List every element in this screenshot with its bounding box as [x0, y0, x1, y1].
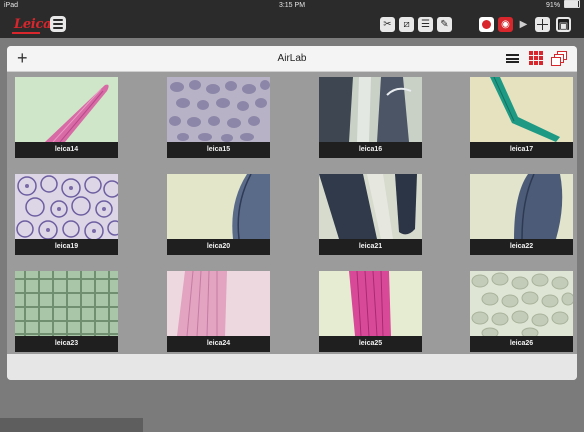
list-view-icon[interactable]: [506, 54, 519, 63]
thumbnail-item[interactable]: leica23: [15, 271, 118, 352]
panel-title: AirLab: [277, 53, 307, 64]
split-view-icon[interactable]: [535, 17, 550, 32]
thumbnail-label: leica20: [167, 239, 270, 255]
thumbnail-item[interactable]: leica24: [167, 271, 270, 352]
video-icon[interactable]: ▶: [516, 17, 531, 32]
thumbnail-label: leica22: [470, 239, 573, 255]
microscope-image: [167, 174, 270, 239]
battery-status: 91%: [546, 0, 580, 11]
thumbnail-item[interactable]: leica14: [15, 77, 118, 158]
battery-icon: [564, 0, 580, 9]
thumbnail-label: leica26: [470, 336, 573, 352]
grid-view-icon[interactable]: [529, 51, 543, 65]
microscope-image: [470, 174, 573, 239]
leica-logo: Leica: [14, 17, 52, 32]
thumbnail-item[interactable]: leica22: [470, 174, 573, 255]
edit-icon[interactable]: ✎: [437, 17, 452, 32]
stack-view-icon[interactable]: [551, 51, 567, 66]
thumbnail-label: leica21: [319, 239, 422, 255]
thumbnail-label: leica19: [15, 239, 118, 255]
microscope-image: [319, 174, 422, 239]
panel-footer: [7, 354, 577, 380]
top-toolbar: Leica ✂ ⧄ ☰ ✎ ◉ ▶ ▣: [0, 11, 584, 38]
thumbnail-label: leica25: [319, 336, 422, 352]
thumbnail-item[interactable]: leica19: [15, 174, 118, 255]
thumbnail-item[interactable]: leica15: [167, 77, 270, 158]
record-icon[interactable]: [479, 17, 494, 32]
scissors-icon[interactable]: ✂: [380, 17, 395, 32]
microscope-image: [15, 271, 118, 336]
microscope-image: [167, 271, 270, 336]
menu-button[interactable]: [50, 16, 66, 32]
microscope-image: [15, 77, 118, 142]
thumbnail-item[interactable]: leica21: [319, 174, 422, 255]
thumbnail-grid: leica14 leica15 leica16 leica17 leica19 …: [7, 72, 577, 354]
microscope-image: [319, 77, 422, 142]
sliders-icon[interactable]: ☰: [418, 17, 433, 32]
thumbnail-label: leica23: [15, 336, 118, 352]
thumbnail-item[interactable]: leica17: [470, 77, 573, 158]
microscope-image: [167, 77, 270, 142]
thumbnail-label: leica16: [319, 142, 422, 158]
thumbnail-item[interactable]: leica25: [319, 271, 422, 352]
microscope-image: [15, 174, 118, 239]
status-bar: iPad 3:15 PM 91%: [0, 0, 584, 11]
thumbnail-item[interactable]: leica26: [470, 271, 573, 352]
ruler-icon[interactable]: ⧄: [399, 17, 414, 32]
logo-underline: [12, 32, 40, 34]
thumbnail-item[interactable]: leica16: [319, 77, 422, 158]
microscope-image: [319, 271, 422, 336]
thumbnail-label: leica17: [470, 142, 573, 158]
thumbnail-label: leica14: [15, 142, 118, 158]
battery-percent: 91%: [546, 2, 561, 9]
thumbnail-label: leica24: [167, 336, 270, 352]
thumbnail-item[interactable]: leica20: [167, 174, 270, 255]
status-time: 3:15 PM: [278, 2, 306, 9]
thumbnail-label: leica15: [167, 142, 270, 158]
airlab-panel: + AirLab leica14 leica15 leica16 leica17…: [7, 46, 577, 380]
camera-icon[interactable]: ◉: [498, 17, 513, 32]
microscope-image: [470, 77, 573, 142]
gallery-icon[interactable]: ▣: [556, 17, 571, 32]
bottom-bar: [0, 418, 143, 432]
panel-header: + AirLab: [7, 46, 577, 72]
microscope-image: [470, 271, 573, 336]
